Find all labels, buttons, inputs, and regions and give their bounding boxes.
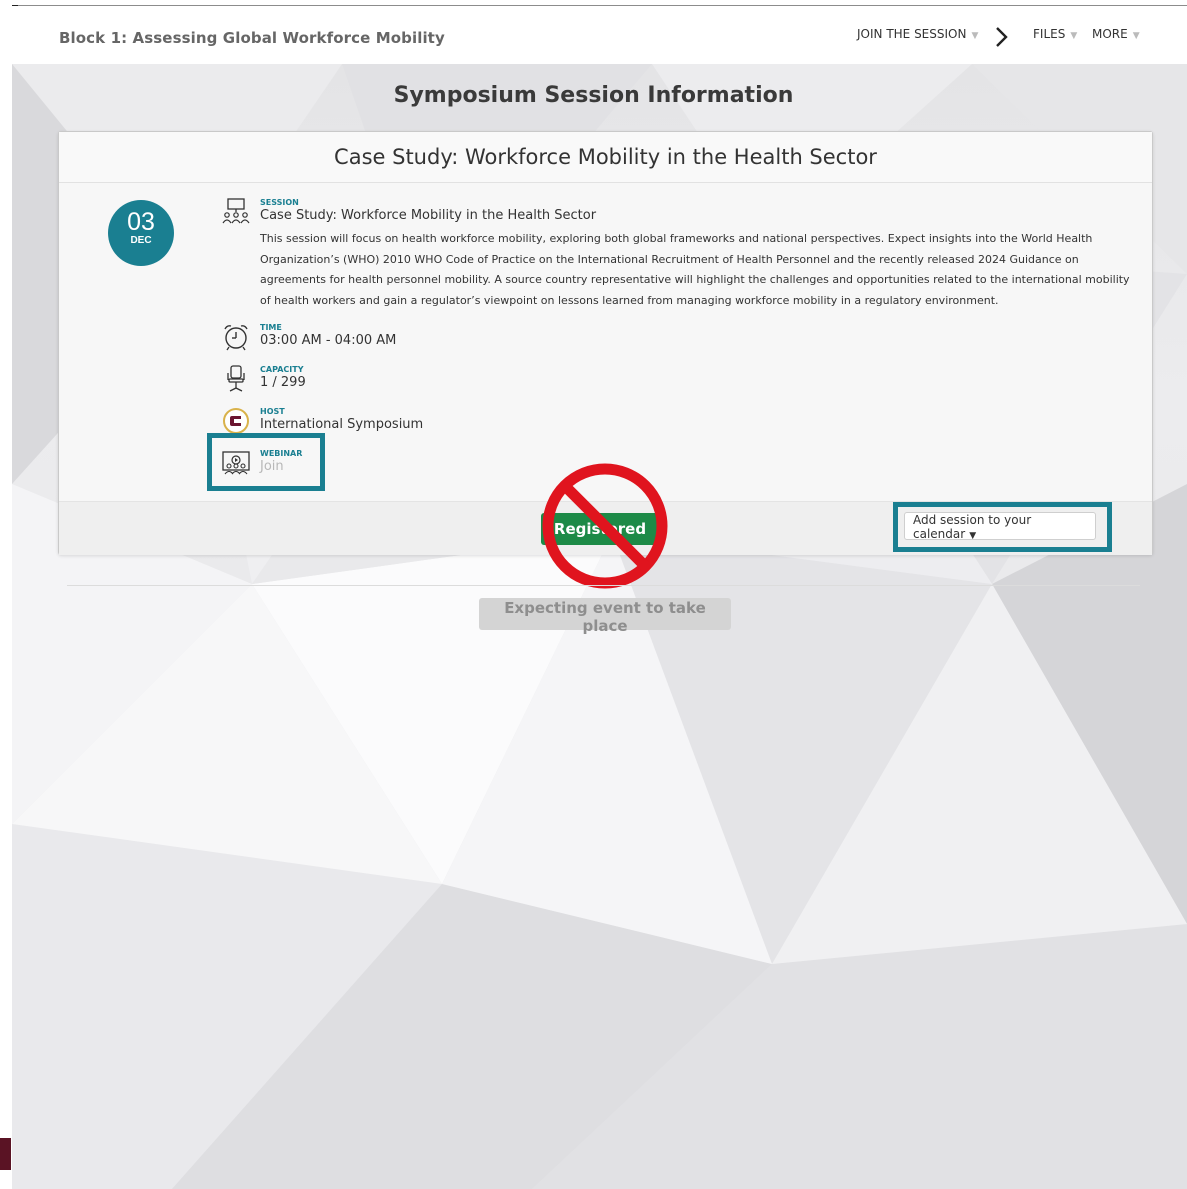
host-value: International Symposium: [260, 417, 424, 432]
expecting-event-status-button: Expecting event to take place: [479, 598, 731, 635]
dropdown-caret-icon: ▼: [971, 31, 979, 41]
host-label: HOST: [260, 407, 285, 416]
webinar-highlight-box: [207, 433, 325, 491]
chevron-right-icon[interactable]: [992, 24, 1012, 50]
capacity-label: CAPACITY: [260, 365, 304, 374]
nav-files-label: FILES: [1033, 27, 1066, 41]
nav-join-session[interactable]: JOIN THE SESSION ▼: [857, 27, 978, 41]
section-divider: [67, 585, 1140, 586]
calendar-highlight-box: [893, 502, 1112, 552]
capacity-value: 1 / 299: [260, 375, 306, 390]
date-badge: 03 DEC: [108, 200, 174, 266]
dropdown-caret-icon: ▼: [1070, 31, 1078, 41]
corner-accent: [0, 1138, 11, 1170]
time-value: 03:00 AM - 04:00 AM: [260, 333, 397, 348]
page-title: Symposium Session Information: [393, 83, 794, 108]
host-logo-icon: [223, 408, 249, 434]
presentation-audience-icon: [222, 198, 250, 224]
session-header: Block 1: Assessing Global Workforce Mobi…: [12, 6, 1187, 64]
session-name: Case Study: Workforce Mobility in the He…: [260, 208, 597, 223]
dropdown-caret-icon: ▼: [1132, 31, 1140, 41]
time-label: TIME: [260, 323, 282, 332]
nav-more-label: MORE: [1092, 27, 1128, 41]
date-day: 03: [127, 208, 155, 236]
block-title: Block 1: Assessing Global Workforce Mobi…: [59, 29, 445, 47]
prohibited-sign-icon: [542, 463, 668, 589]
nav-join-session-label: JOIN THE SESSION: [857, 27, 967, 41]
office-chair-icon: [227, 365, 245, 392]
date-month: DEC: [130, 235, 152, 246]
nav-files[interactable]: FILES ▼: [1033, 27, 1077, 41]
nav-more[interactable]: MORE ▼: [1092, 27, 1140, 41]
session-label: SESSION: [260, 198, 299, 207]
session-description: This session will focus on health workfo…: [260, 232, 1130, 307]
alarm-clock-icon: [224, 325, 248, 351]
session-title: Case Study: Workforce Mobility in the He…: [59, 132, 1152, 183]
